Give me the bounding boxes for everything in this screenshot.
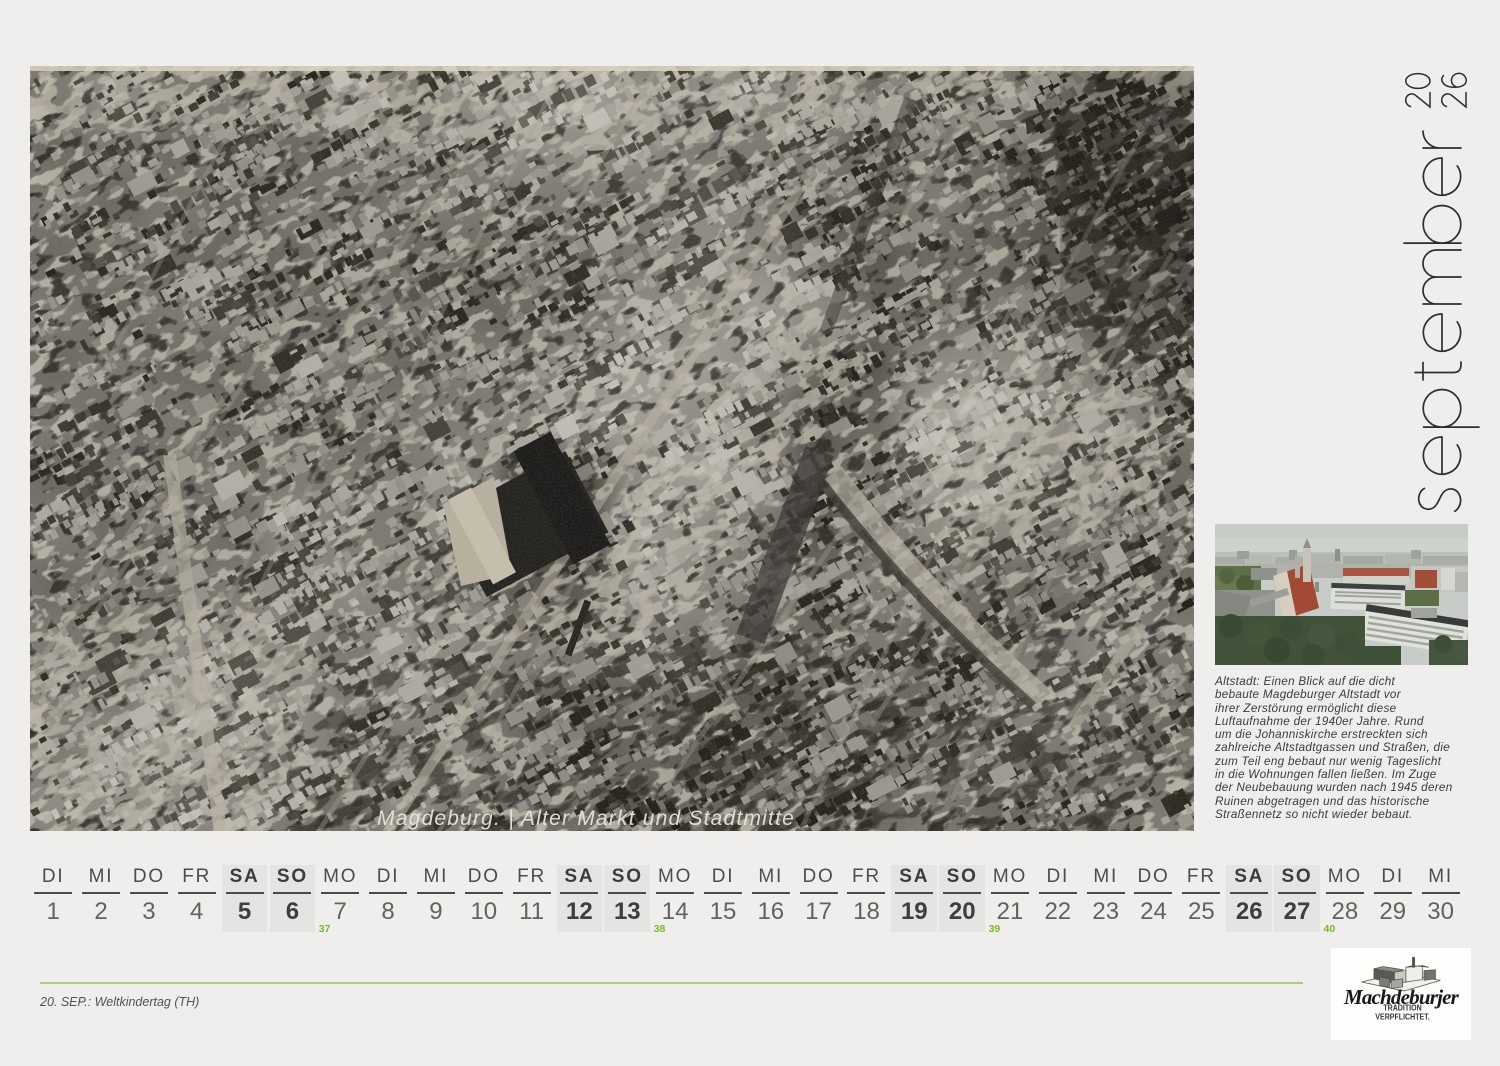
svg-text:Magdeburg. | Alter Markt und S: Magdeburg. | Alter Markt und Stadtmitte xyxy=(377,807,795,830)
svg-text:VERPFLICHTET.: VERPFLICHTET. xyxy=(1375,1012,1429,1022)
